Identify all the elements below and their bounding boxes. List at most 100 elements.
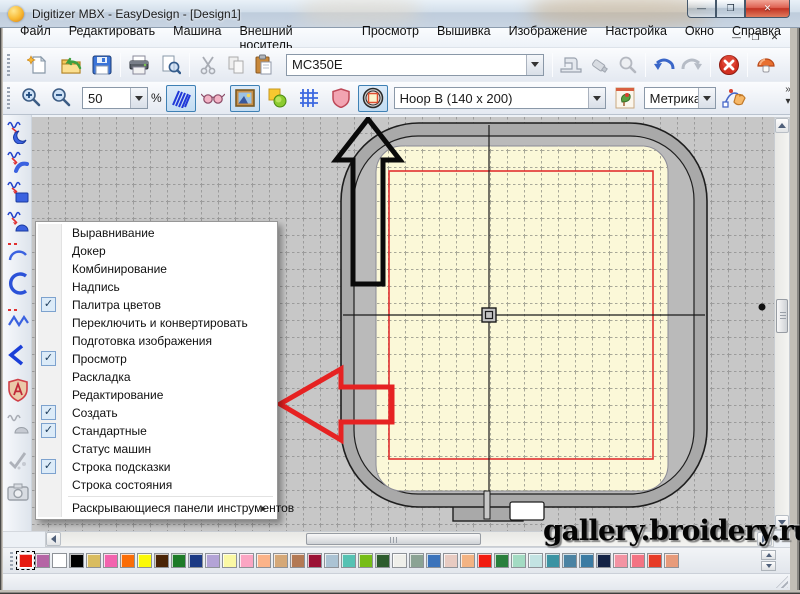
color-swatch[interactable] <box>528 553 543 568</box>
color-swatch[interactable] <box>188 553 203 568</box>
context-menu-item[interactable]: ✓Просмотр <box>38 350 275 368</box>
context-menu-item[interactable]: Подготовка изображения <box>38 332 275 350</box>
horizontal-scroll-thumb[interactable] <box>306 533 481 545</box>
reshape-button[interactable] <box>720 85 750 112</box>
toolbar-grip[interactable] <box>7 54 10 76</box>
write-to-machine-button[interactable] <box>585 51 613 79</box>
tool-digitize-closed-shape[interactable] <box>6 150 30 174</box>
color-swatch[interactable] <box>511 553 526 568</box>
redo-button[interactable] <box>678 51 706 79</box>
context-menu-item[interactable]: Статус машин <box>38 440 275 458</box>
print-button[interactable] <box>125 51 153 79</box>
context-menu-item[interactable]: Докер <box>38 242 275 260</box>
color-swatch[interactable] <box>664 553 679 568</box>
close-button[interactable]: ✕ <box>745 0 790 18</box>
color-swatch[interactable] <box>545 553 560 568</box>
color-swatch[interactable] <box>222 553 237 568</box>
color-swatch[interactable] <box>579 553 594 568</box>
undo-button[interactable] <box>650 51 678 79</box>
zoom-level-combo[interactable]: 50 <box>82 87 148 109</box>
mushroom-button[interactable] <box>752 51 780 79</box>
combo-drop-button[interactable] <box>130 88 147 108</box>
color-swatch[interactable] <box>307 553 322 568</box>
context-menu-item[interactable]: Раскладка <box>38 368 275 386</box>
print-preview-button[interactable] <box>157 51 185 79</box>
context-menu-item[interactable]: Строка состояния <box>38 476 275 494</box>
color-swatch[interactable] <box>273 553 288 568</box>
color-swatch[interactable] <box>120 553 135 568</box>
context-menu-item[interactable]: ✓Палитра цветов <box>38 296 275 314</box>
show-safe-area-toggle[interactable] <box>326 85 356 112</box>
show-hoop-toggle[interactable] <box>358 85 388 112</box>
combo-drop-button[interactable] <box>698 88 715 108</box>
color-swatch[interactable] <box>154 553 169 568</box>
toolbar-grip[interactable] <box>7 87 10 109</box>
stop-button[interactable] <box>715 51 743 79</box>
tool-zigzag[interactable] <box>6 306 30 330</box>
tool-auto-digitize[interactable] <box>6 481 30 505</box>
color-swatch[interactable] <box>358 553 373 568</box>
vertical-scrollbar[interactable] <box>774 117 790 531</box>
color-swatch[interactable] <box>460 553 475 568</box>
open-design-button[interactable] <box>58 51 86 79</box>
copy-button[interactable] <box>222 51 250 79</box>
minimize-button[interactable]: — <box>687 0 716 18</box>
mdi-close-button[interactable]: ✕ <box>767 31 782 45</box>
color-swatch[interactable] <box>324 553 339 568</box>
machine-select-combo[interactable]: MC350E <box>286 54 544 76</box>
palette-spin-down-button[interactable] <box>761 561 776 571</box>
color-swatch[interactable] <box>52 553 67 568</box>
color-swatch[interactable] <box>171 553 186 568</box>
save-design-button[interactable] <box>88 51 116 79</box>
context-menu-item[interactable]: Редактирование <box>38 386 275 404</box>
tool-digitize-open-shape[interactable] <box>6 120 30 144</box>
color-swatch[interactable] <box>18 553 33 568</box>
toolbar-grip[interactable] <box>10 552 13 570</box>
show-grid-toggle[interactable] <box>294 85 324 112</box>
units-combo[interactable]: Метрика <box>644 87 716 109</box>
restore-button[interactable]: ❐ <box>716 0 745 18</box>
color-swatch[interactable] <box>375 553 390 568</box>
tool-digitize-fill[interactable] <box>6 210 30 234</box>
color-swatch[interactable] <box>494 553 509 568</box>
scroll-left-button[interactable] <box>46 532 61 546</box>
context-menu-item[interactable]: Надпись <box>38 278 275 296</box>
color-swatch[interactable] <box>137 553 152 568</box>
glasses-view-toggle[interactable] <box>198 85 228 112</box>
design-zoom-button[interactable] <box>613 51 641 79</box>
mdi-minimize-button[interactable]: — <box>729 31 744 45</box>
hoop-select-combo[interactable]: Hoop B (140 x 200) <box>394 87 606 109</box>
tool-circle[interactable] <box>6 270 30 294</box>
tool-branching[interactable] <box>6 448 30 472</box>
color-swatch[interactable] <box>426 553 441 568</box>
combo-drop-button[interactable] <box>526 55 543 75</box>
color-swatch[interactable] <box>341 553 356 568</box>
color-swatch[interactable] <box>647 553 662 568</box>
color-swatch[interactable] <box>477 553 492 568</box>
context-menu-item[interactable]: ✓Строка подсказки <box>38 458 275 476</box>
color-swatch[interactable] <box>392 553 407 568</box>
color-swatch[interactable] <box>613 553 628 568</box>
color-swatch[interactable] <box>35 553 50 568</box>
tool-stitch-edit[interactable] <box>6 413 30 437</box>
color-swatch[interactable] <box>103 553 118 568</box>
mdi-restore-button[interactable]: ❐ <box>748 31 763 45</box>
color-swatch[interactable] <box>409 553 424 568</box>
vertical-scroll-thumb[interactable] <box>776 299 788 333</box>
color-swatch[interactable] <box>290 553 305 568</box>
context-menu-item[interactable]: ✓Создать <box>38 404 275 422</box>
color-swatch[interactable] <box>562 553 577 568</box>
show-picture-toggle[interactable] <box>230 85 260 112</box>
palette-spin-up-button[interactable] <box>761 550 776 560</box>
combo-drop-button[interactable] <box>588 88 605 108</box>
context-menu-item[interactable]: Комбинирование <box>38 260 275 278</box>
machine-button[interactable] <box>557 51 585 79</box>
hoop-template-button[interactable] <box>610 85 640 112</box>
context-menu-item[interactable]: ✓Стандартные <box>38 422 275 440</box>
color-swatch[interactable] <box>239 553 254 568</box>
color-swatch[interactable] <box>69 553 84 568</box>
new-design-button[interactable] <box>24 51 52 79</box>
show-stitches-toggle[interactable] <box>166 85 196 112</box>
zoom-out-button[interactable] <box>46 85 76 112</box>
tool-lettering[interactable] <box>6 378 30 402</box>
